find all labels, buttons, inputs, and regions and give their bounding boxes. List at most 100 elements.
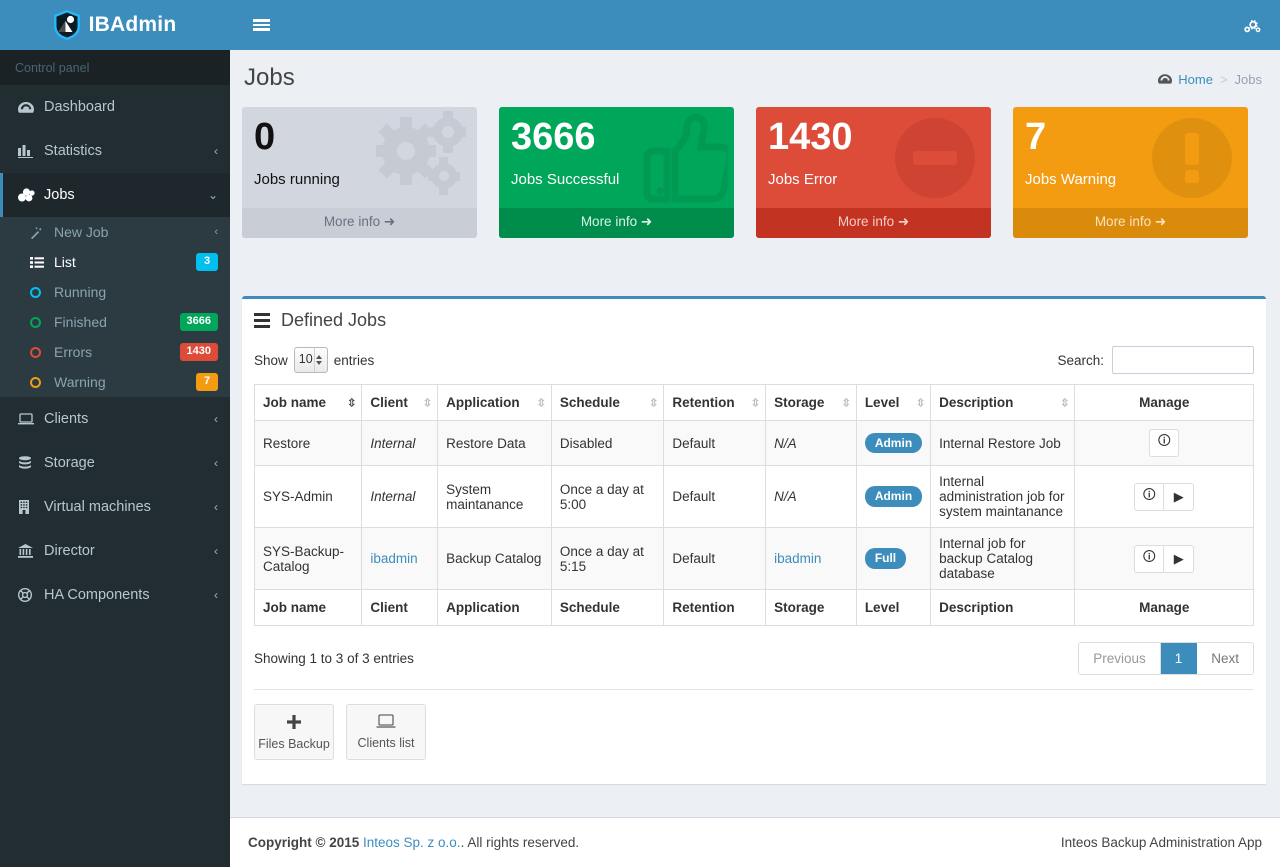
col-retention[interactable]: Retention ⇳ <box>663 384 767 421</box>
sort-icon: ⇳ <box>422 397 432 409</box>
sidebar-item-finished[interactable]: Finished 3666 <box>0 307 230 337</box>
hamburger-menu-icon[interactable] <box>242 0 280 50</box>
info-icon[interactable]: 🛈 <box>1149 429 1180 457</box>
run-icon[interactable]: ▶ <box>1164 544 1195 573</box>
database-icon <box>18 456 44 470</box>
cell-storage: N/A <box>765 420 857 466</box>
search-label: Search: <box>1057 352 1104 368</box>
page-length-select[interactable]: 10 <box>293 347 328 373</box>
show-entries-control: Show 10 entries <box>254 347 374 373</box>
footcol-schedule: Schedule <box>550 589 665 626</box>
exclamation-circle-icon <box>1137 111 1242 206</box>
panel-body: Show 10 entries Search: Job name ⇳ Clien… <box>242 340 1266 784</box>
col-manage: Manage <box>1074 384 1254 421</box>
table-body: Restore Internal Restore Data Disabled D… <box>253 420 1254 590</box>
building-icon <box>18 500 44 514</box>
info-box-more-link[interactable]: More info ➜ <box>756 208 991 238</box>
footcol-manage: Manage <box>1074 589 1254 626</box>
circle-o-icon <box>30 286 54 298</box>
col-storage[interactable]: Storage ⇳ <box>765 384 857 421</box>
arrow-circle-right-icon: ➜ <box>1154 214 1167 229</box>
storage-link[interactable]: ibadmin <box>774 551 821 566</box>
table-info-text: Showing 1 to 3 of 3 entries <box>254 651 414 666</box>
info-icon[interactable]: 🛈 <box>1134 482 1165 511</box>
chevron-left-icon: ‹ <box>214 588 218 602</box>
cell-client: ibadmin <box>361 527 439 590</box>
row-action-group: 🛈 ▶ <box>1134 482 1195 511</box>
magic-wand-icon <box>30 226 54 239</box>
col-schedule[interactable]: Schedule ⇳ <box>550 384 665 421</box>
sidebar-item-storage[interactable]: Storage ‹ <box>0 441 230 485</box>
col-application[interactable]: Application ⇳ <box>437 384 552 421</box>
info-box-row: 0 Jobs running More info ➜ 3666 Jobs Suc… <box>242 107 1280 238</box>
chevron-left-icon: ‹ <box>214 456 218 470</box>
status-badge: Full <box>864 548 907 569</box>
sidebar-item-virtual-machines[interactable]: Virtual machines ‹ <box>0 485 230 529</box>
top-navbar <box>230 0 1280 50</box>
info-box-more-link[interactable]: More info ➜ <box>499 208 734 238</box>
sidebar-section-header: Control panel <box>0 50 230 85</box>
files-backup-button[interactable]: Files Backup <box>254 704 334 760</box>
sidebar-submenu-jobs: New Job ‹ List 3 Running Finished 3666 E… <box>0 217 230 397</box>
breadcrumb: Home > Jobs <box>1158 72 1262 87</box>
clients-list-button[interactable]: Clients list <box>346 704 426 760</box>
dashboard-icon <box>18 101 44 114</box>
pagination-next[interactable]: Next <box>1197 643 1253 674</box>
cell-job-name: Restore <box>253 420 363 466</box>
sidebar-item-statistics[interactable]: Statistics ‹ <box>0 129 230 173</box>
cell-schedule: Disabled <box>550 420 665 466</box>
defined-jobs-table: Job name ⇳ Client ⇳ Application ⇳ Schedule ⇳… <box>253 384 1254 626</box>
cell-application: Restore Data <box>437 420 552 466</box>
sidebar-badge-warning: 7 <box>196 373 218 391</box>
info-icon[interactable]: 🛈 <box>1134 544 1165 573</box>
sidebar-item-errors[interactable]: Errors 1430 <box>0 337 230 367</box>
col-description[interactable]: Description ⇳ <box>930 384 1076 421</box>
table-foot: Job name Client Application Schedule Ret… <box>253 589 1254 626</box>
thumbs-up-icon <box>623 111 734 206</box>
info-box-jobs-error: 1430 Jobs Error More info ➜ <box>756 107 991 238</box>
info-box-more-link[interactable]: More info ➜ <box>1013 208 1248 238</box>
info-box-more-link[interactable]: More info ➜ <box>242 208 477 238</box>
sidebar-item-ha-components[interactable]: HA Components ‹ <box>0 573 230 617</box>
brand-logo[interactable]: IBAdmin <box>0 0 230 50</box>
sidebar-item-new-job[interactable]: New Job ‹ <box>0 217 230 247</box>
row-action-group: 🛈 ▶ <box>1134 544 1195 573</box>
sidebar-subitem-label: Running <box>54 284 107 300</box>
footer-copyright: Copyright © 2015 Inteos Sp. z o.o.. All … <box>248 835 579 850</box>
col-job-name[interactable]: Job name ⇳ <box>253 384 363 421</box>
footcol-description: Description <box>930 589 1076 626</box>
cell-schedule: Once a day at 5:15 <box>550 527 665 590</box>
table-row: SYS-Backup-Catalog ibadmin Backup Catalo… <box>253 527 1254 590</box>
sidebar-item-warning[interactable]: Warning 7 <box>0 367 230 397</box>
chevron-left-icon: ‹ <box>214 412 218 426</box>
footcol-level: Level <box>855 589 932 626</box>
chevron-down-icon: ⌄ <box>207 188 218 202</box>
cell-level: Admin <box>855 465 932 528</box>
chevron-left-icon: ‹ <box>214 544 218 558</box>
col-client[interactable]: Client ⇳ <box>361 384 439 421</box>
pagination-page-1[interactable]: 1 <box>1160 643 1198 674</box>
run-icon[interactable]: ▶ <box>1164 482 1195 511</box>
row-action-group: 🛈 <box>1149 429 1180 457</box>
search-input[interactable] <box>1112 346 1254 374</box>
sidebar-item-running[interactable]: Running <box>0 277 230 307</box>
col-level[interactable]: Level ⇳ <box>855 384 932 421</box>
cell-application: System maintanance <box>437 465 552 528</box>
sort-desc-icon: ⇳ <box>347 397 356 409</box>
breadcrumb-home[interactable]: Home <box>1158 72 1213 87</box>
cell-retention: Default <box>663 527 767 590</box>
sidebar-item-list[interactable]: List 3 <box>0 247 230 277</box>
sidebar-item-jobs[interactable]: Jobs ⌄ <box>0 173 230 217</box>
sidebar-item-dashboard[interactable]: Dashboard <box>0 85 230 129</box>
gears-icon[interactable] <box>1232 0 1272 50</box>
cell-description: Internal Restore Job <box>930 420 1076 466</box>
sidebar-item-director[interactable]: Director ‹ <box>0 529 230 573</box>
sidebar-item-clients[interactable]: Clients ‹ <box>0 397 230 441</box>
footer-company-link[interactable]: Inteos Sp. z o.o. <box>363 835 461 850</box>
table-header-row: Job name ⇳ Client ⇳ Application ⇳ Schedule ⇳… <box>253 384 1254 421</box>
dashboard-icon <box>1158 72 1173 87</box>
chevron-left-icon: ‹ <box>214 500 218 514</box>
client-link[interactable]: ibadmin <box>370 551 417 566</box>
pagination-previous[interactable]: Previous <box>1079 643 1161 674</box>
sidebar-item-label: Jobs <box>44 187 75 203</box>
